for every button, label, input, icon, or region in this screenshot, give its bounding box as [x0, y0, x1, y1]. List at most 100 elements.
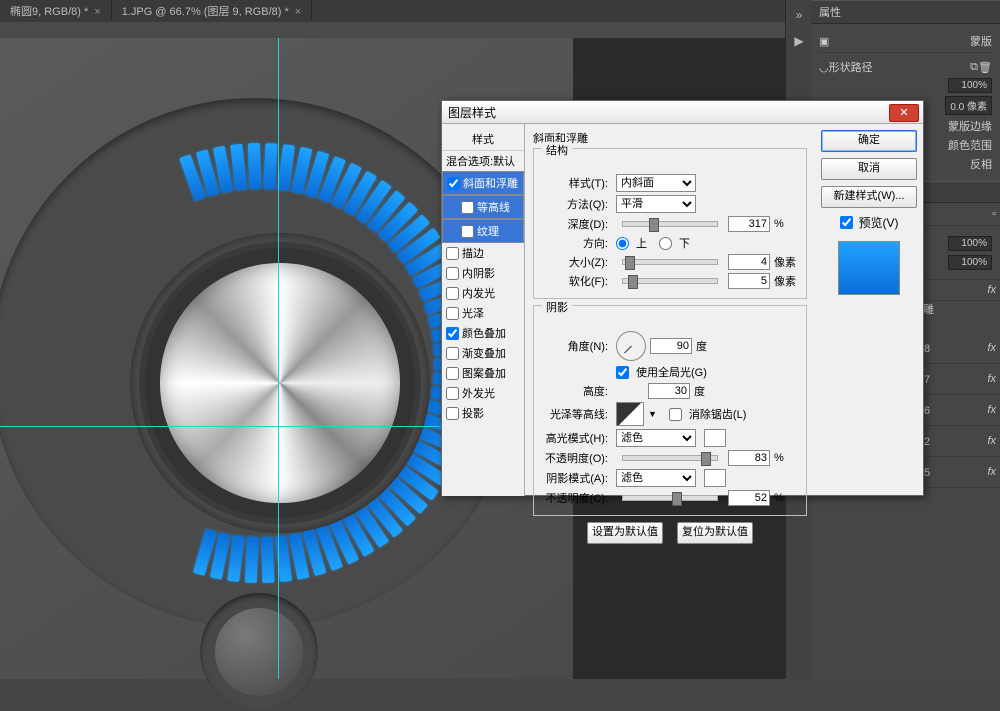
properties-header[interactable]: 属性: [811, 0, 1000, 24]
link-icon[interactable]: ⧉: [970, 61, 978, 74]
dial-tick: [261, 537, 275, 583]
angle-input[interactable]: [650, 338, 692, 354]
mask-label: 蒙版: [970, 33, 992, 49]
highlight-color-swatch[interactable]: [704, 429, 726, 447]
depth-unit: %: [774, 218, 798, 230]
make-default-button[interactable]: 设置为默认值: [587, 522, 663, 544]
feather-value[interactable]: 0.0 像素: [945, 96, 992, 115]
size-label: 大小(Z):: [542, 254, 608, 270]
mask-icon: ▣: [819, 35, 829, 48]
style-checkbox[interactable]: [446, 367, 459, 380]
shadow-color-swatch[interactable]: [704, 469, 726, 487]
style-item[interactable]: 外发光: [442, 383, 524, 403]
highlight-opacity-input[interactable]: [728, 450, 770, 466]
size-input[interactable]: [728, 254, 770, 270]
close-icon[interactable]: ×: [94, 6, 100, 18]
style-item[interactable]: 投影: [442, 403, 524, 423]
fx-badge: fx: [987, 435, 996, 447]
double-arrow-icon[interactable]: »: [788, 4, 810, 26]
dial-tick: [227, 535, 245, 582]
style-item[interactable]: 等高线: [442, 195, 524, 219]
close-button[interactable]: ✕: [889, 104, 919, 122]
direction-down-radio[interactable]: [659, 237, 672, 250]
style-checkbox[interactable]: [446, 307, 459, 320]
style-item[interactable]: 内阴影: [442, 263, 524, 283]
style-item[interactable]: 光泽: [442, 303, 524, 323]
doc-tab-2[interactable]: 1.JPG @ 66.7% (图层 9, RGB/8) * ×: [112, 1, 313, 21]
style-checkbox[interactable]: [446, 407, 459, 420]
style-checkbox[interactable]: [461, 225, 474, 238]
style-item[interactable]: 纹理: [442, 219, 524, 243]
structure-legend: 结构: [542, 142, 572, 158]
doc-tab-1[interactable]: 椭圆9, RGB/8) *×: [0, 1, 112, 21]
direction-label: 方向:: [542, 235, 608, 251]
pct-unit: %: [774, 452, 798, 464]
fx-badge: fx: [987, 466, 996, 478]
style-item[interactable]: 颜色叠加: [442, 323, 524, 343]
technique-select[interactable]: 平滑: [616, 195, 696, 213]
mask-edge-link[interactable]: 蒙版边缘: [948, 118, 992, 134]
reset-default-button[interactable]: 复位为默认值: [677, 522, 753, 544]
color-range-link[interactable]: 颜色范围: [948, 137, 992, 153]
global-light-label: 使用全局光(G): [636, 364, 707, 380]
soften-slider[interactable]: [622, 278, 718, 284]
altitude-input[interactable]: [648, 383, 690, 399]
style-item-label: 斜面和浮雕: [463, 175, 518, 191]
new-style-button[interactable]: 新建样式(W)...: [821, 186, 917, 208]
highlight-opacity-slider[interactable]: [622, 455, 718, 461]
style-item[interactable]: 图案叠加: [442, 363, 524, 383]
shadow-mode-select[interactable]: 滤色: [616, 469, 696, 487]
preview-checkbox[interactable]: [840, 216, 853, 229]
style-item[interactable]: 内发光: [442, 283, 524, 303]
style-select[interactable]: 内斜面: [616, 174, 696, 192]
blend-options-item[interactable]: 混合选项:默认: [442, 151, 524, 171]
styles-header[interactable]: 样式: [442, 128, 524, 151]
angle-unit: 度: [696, 338, 720, 354]
style-checkbox[interactable]: [446, 267, 459, 280]
style-item[interactable]: 斜面和浮雕: [442, 171, 524, 195]
highlight-mode-select[interactable]: 滤色: [616, 429, 696, 447]
close-icon[interactable]: ×: [295, 6, 301, 18]
dialog-titlebar[interactable]: 图层样式 ✕: [442, 101, 923, 124]
ruler-horizontal[interactable]: [0, 22, 785, 39]
style-item[interactable]: 渐变叠加: [442, 343, 524, 363]
angle-dial[interactable]: [616, 331, 646, 361]
global-light-checkbox[interactable]: [616, 366, 629, 379]
size-slider[interactable]: [622, 259, 718, 265]
style-item-label: 纹理: [477, 223, 499, 239]
gloss-contour-swatch[interactable]: [616, 402, 644, 426]
opacity-value[interactable]: 100%: [948, 236, 992, 251]
fill-value[interactable]: 100%: [948, 255, 992, 270]
trash-icon[interactable]: 🗑: [978, 61, 992, 74]
density-value[interactable]: 100%: [948, 78, 992, 93]
style-label: 样式(T):: [542, 175, 608, 191]
style-checkbox[interactable]: [446, 327, 459, 340]
direction-up-radio[interactable]: [616, 237, 629, 250]
style-checkbox[interactable]: [461, 201, 474, 214]
style-checkbox[interactable]: [447, 177, 460, 190]
dial-tick: [245, 537, 259, 583]
dir-up-label: 上: [636, 235, 647, 251]
style-item-label: 内发光: [462, 285, 495, 301]
soften-input[interactable]: [728, 273, 770, 289]
play-icon[interactable]: ▶: [788, 30, 810, 52]
style-checkbox[interactable]: [446, 387, 459, 400]
dialog-title: 图层样式: [448, 104, 496, 121]
antialias-checkbox[interactable]: [669, 408, 682, 421]
ok-button[interactable]: 确定: [821, 130, 917, 152]
shadow-opacity-input[interactable]: [728, 490, 770, 506]
cancel-button[interactable]: 取消: [821, 158, 917, 180]
style-item[interactable]: 描边: [442, 243, 524, 263]
chevron-down-icon[interactable]: ▼: [648, 409, 657, 419]
filter-icon2[interactable]: ▫: [992, 208, 996, 220]
style-checkbox[interactable]: [446, 247, 459, 260]
guide-vertical[interactable]: [278, 38, 279, 679]
tab-label: 1.JPG @ 66.7% (图层 9, RGB/8) *: [122, 6, 289, 18]
depth-input[interactable]: [728, 216, 770, 232]
shadow-opacity-slider[interactable]: [622, 495, 718, 501]
depth-slider[interactable]: [622, 221, 718, 227]
style-checkbox[interactable]: [446, 347, 459, 360]
invert-link[interactable]: 反相: [970, 156, 992, 172]
dir-down-label: 下: [679, 235, 690, 251]
style-checkbox[interactable]: [446, 287, 459, 300]
